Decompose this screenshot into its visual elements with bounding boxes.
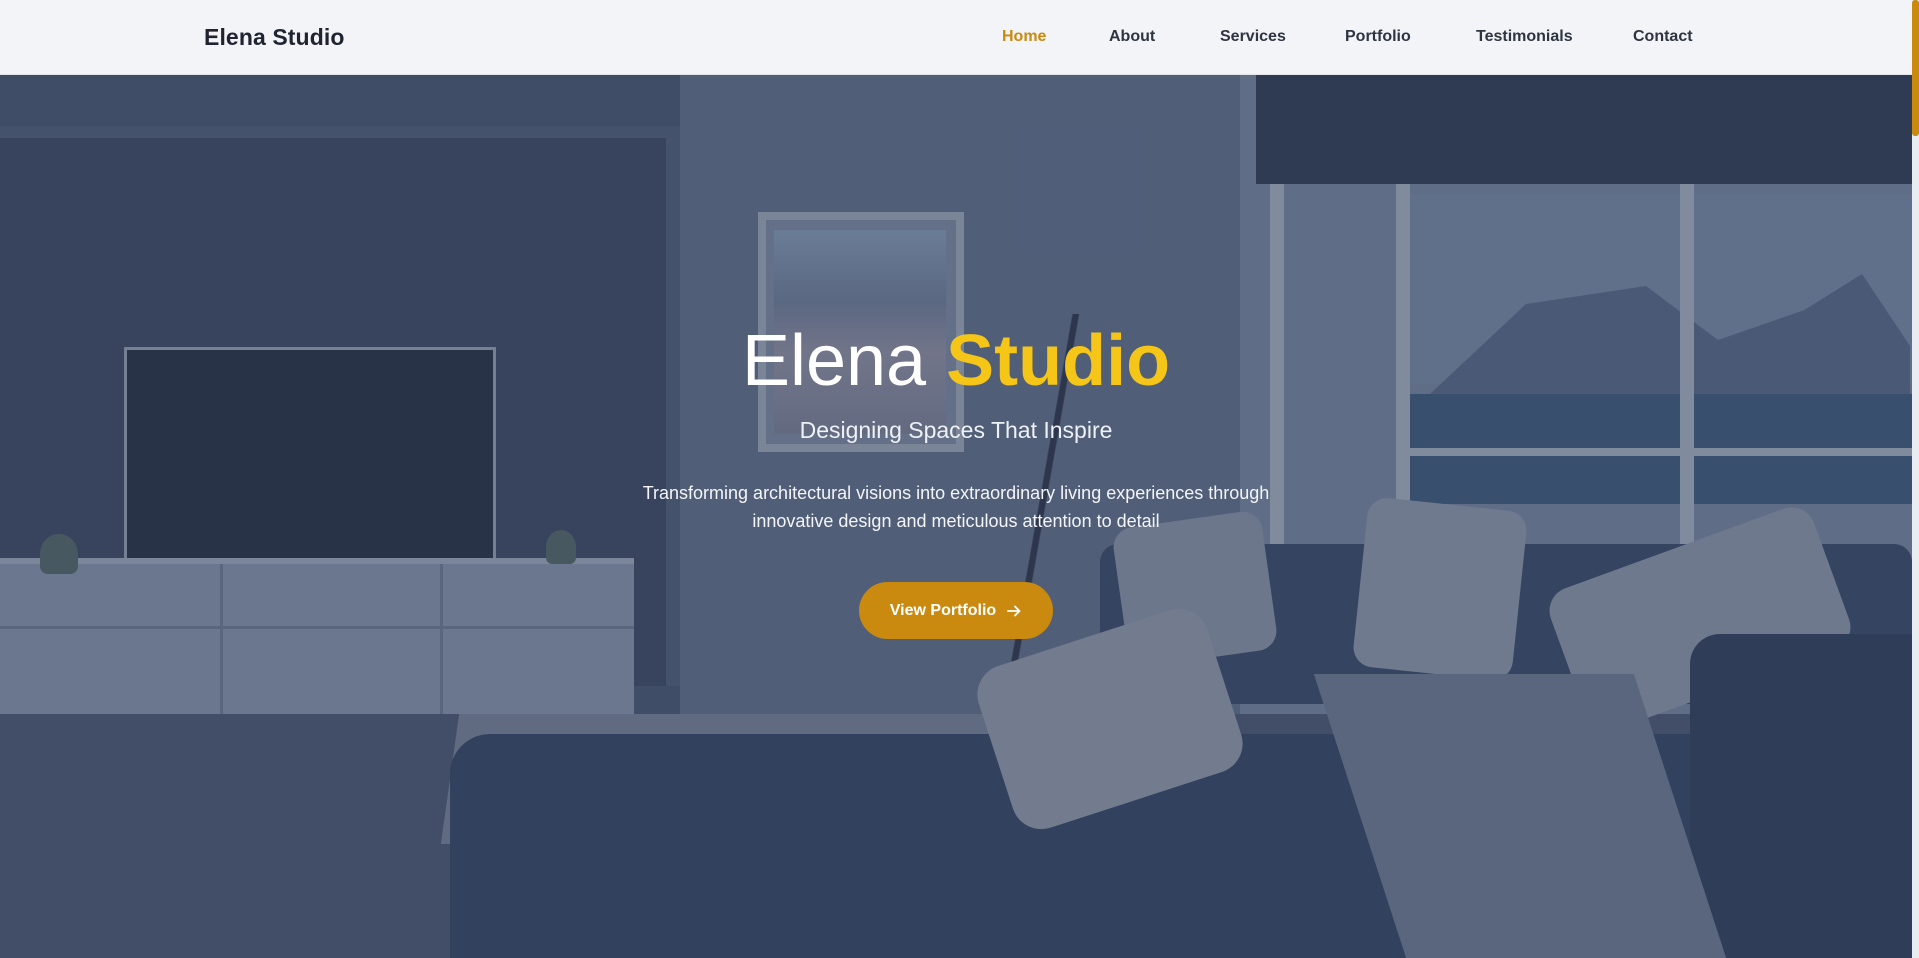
hero-subtitle: Designing Spaces That Inspire	[799, 417, 1113, 443]
nav-testimonials[interactable]: Testimonials	[1476, 28, 1573, 46]
scrollbar-thumb[interactable]	[1912, 0, 1919, 136]
view-portfolio-button[interactable]: View Portfolio	[859, 582, 1053, 639]
arrow-right-icon	[1006, 603, 1022, 619]
hero-title-light: Elena	[741, 321, 927, 401]
page-scrollbar[interactable]	[1912, 0, 1919, 958]
brand-logo[interactable]: Elena Studio	[204, 24, 345, 51]
nav-about[interactable]: About	[1109, 28, 1155, 46]
nav-services[interactable]: Services	[1220, 28, 1286, 46]
hero-description: Transforming architectural visions into …	[642, 483, 1270, 531]
hero-content: Elena Studio Designing Spaces That Inspi…	[0, 74, 1912, 958]
hero-title: Elena Studio	[0, 319, 1912, 403]
site-header: Elena Studio Home About Services Portfol…	[0, 0, 1912, 75]
nav-home[interactable]: Home	[1002, 28, 1046, 46]
nav-portfolio[interactable]: Portfolio	[1345, 28, 1411, 46]
view-portfolio-label: View Portfolio	[889, 601, 997, 619]
hero-title-accent: Studio	[946, 321, 1171, 401]
nav-contact[interactable]: Contact	[1633, 28, 1693, 46]
